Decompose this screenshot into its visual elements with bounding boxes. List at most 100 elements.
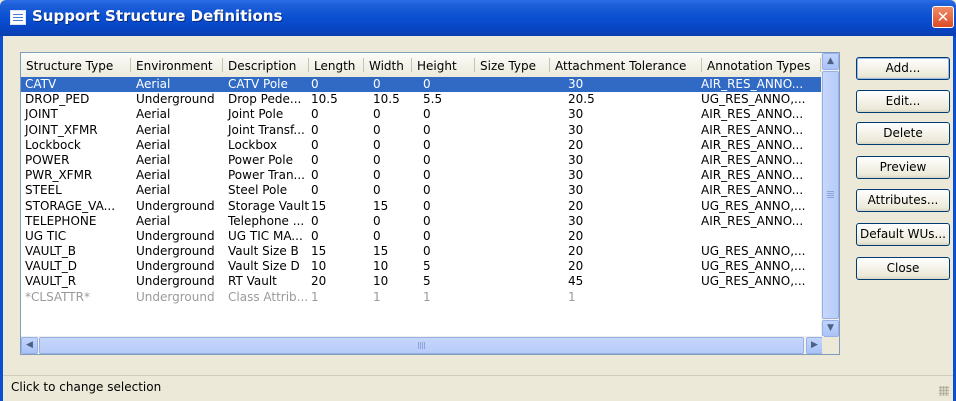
column-header-height[interactable]: Height bbox=[412, 53, 475, 77]
cell-annotation-types: UG_RES_ANNO,... bbox=[701, 198, 806, 213]
edit-button[interactable]: Edit... bbox=[856, 90, 950, 113]
cell-size-type bbox=[483, 290, 566, 305]
scroll-left-icon[interactable]: ◀ bbox=[21, 337, 38, 354]
horizontal-scrollbar[interactable]: ◀ ▶ bbox=[21, 336, 824, 354]
cell-length: 0 bbox=[311, 77, 319, 91]
cell-environment: Aerial bbox=[136, 152, 171, 167]
table-row[interactable]: JOINT_XFMR Aerial Joint Transf... 0 0 0 30 AIR_… bbox=[21, 123, 821, 138]
structure-list[interactable]: Structure Type Environment Description L… bbox=[20, 52, 840, 355]
cell-height: 0 bbox=[423, 77, 431, 91]
table-row[interactable]: VAULT_D Underground Vault Size D 10 10 5 20 UG_… bbox=[21, 259, 821, 274]
cell-annotation-types: UG_RES_ANNO,... bbox=[701, 259, 806, 274]
column-header-structure-type[interactable]: Structure Type bbox=[21, 53, 131, 77]
scrollbar-corner bbox=[822, 337, 839, 354]
default-wus-button[interactable]: Default WUs... bbox=[856, 223, 950, 246]
cell-attachment-tolerance: 20 bbox=[568, 244, 584, 259]
cell-width: 0 bbox=[373, 107, 381, 122]
cell-annotation-types: AIR_RES_ANNO... bbox=[701, 183, 804, 198]
cell-length: 0 bbox=[311, 213, 319, 228]
cell-structure-type: POWER bbox=[25, 152, 70, 167]
cell-width: 0 bbox=[373, 152, 381, 167]
cell-length: 15 bbox=[311, 244, 327, 259]
cell-height: 5.5 bbox=[423, 92, 443, 107]
table-row[interactable]: STEEL Aerial Steel Pole 0 0 0 30 AIR_RES_ANNO..… bbox=[21, 183, 821, 198]
cell-description: Power Pole bbox=[228, 152, 293, 167]
cell-structure-type: PWR_XFMR bbox=[25, 168, 93, 183]
cell-structure-type: TELEPHONE bbox=[25, 213, 97, 228]
cell-environment: Underground bbox=[136, 244, 215, 259]
table-row[interactable]: JOINT Aerial Joint Pole 0 0 0 30 AIR_RES_ANNO..… bbox=[21, 107, 821, 122]
close-button[interactable]: Close bbox=[856, 257, 950, 280]
cell-environment: Underground bbox=[136, 92, 215, 107]
title-bar[interactable]: Support Structure Definitions ✕ bbox=[0, 0, 956, 36]
cell-environment: Aerial bbox=[136, 183, 171, 198]
cell-attachment-tolerance: 45 bbox=[568, 274, 584, 289]
table-icon bbox=[10, 10, 26, 25]
table-row[interactable]: UG TIC Underground UG TIC MA... 0 0 0 20 bbox=[21, 229, 821, 244]
cell-environment: Underground bbox=[136, 274, 215, 289]
cell-description: Storage Vault bbox=[228, 198, 309, 213]
table-row[interactable]: DROP_PED Underground Drop Pede... 10.5 10.5 5… bbox=[21, 92, 821, 107]
cell-size-type bbox=[483, 107, 566, 122]
cell-size-type bbox=[483, 229, 566, 244]
cell-height: 0 bbox=[423, 244, 431, 259]
table-row[interactable]: *CLSATTR* Underground Class Attrib... 1 1 1 1 bbox=[21, 290, 821, 305]
table-row[interactable]: CATV Aerial CATV Pole 0 0 0 30 AIR_RES_ANNO... bbox=[21, 77, 821, 93]
cell-environment: Underground bbox=[136, 198, 215, 213]
cell-length: 0 bbox=[311, 168, 319, 183]
resize-grip-icon[interactable] bbox=[939, 386, 949, 396]
column-header-environment[interactable]: Environment bbox=[131, 53, 223, 77]
cell-description: Telephone ... bbox=[228, 213, 305, 228]
cell-size-type bbox=[483, 92, 566, 107]
column-header-length[interactable]: Length bbox=[309, 53, 364, 77]
table-row[interactable]: Lockbock Aerial Lockbox 0 0 0 20 AIR_RES_ANNO..… bbox=[21, 138, 821, 153]
column-header-annotation-types[interactable]: Annotation Types bbox=[702, 53, 821, 77]
cell-environment: Underground bbox=[136, 289, 215, 304]
cell-structure-type: JOINT_XFMR bbox=[25, 122, 98, 137]
cell-length: 0 bbox=[311, 228, 319, 243]
scroll-right-icon[interactable]: ▶ bbox=[806, 337, 823, 354]
cell-attachment-tolerance: 1 bbox=[568, 289, 576, 304]
delete-button[interactable]: Delete bbox=[856, 122, 950, 145]
cell-length: 0 bbox=[311, 183, 319, 198]
cell-height: 0 bbox=[423, 183, 431, 198]
horizontal-scroll-thumb[interactable] bbox=[39, 337, 804, 354]
table-row[interactable]: POWER Aerial Power Pole 0 0 0 30 AIR_RES_ANNO..… bbox=[21, 153, 821, 168]
cell-structure-type: DROP_PED bbox=[25, 92, 90, 107]
column-header-width[interactable]: Width bbox=[364, 53, 412, 77]
cell-attachment-tolerance: 20 bbox=[568, 137, 584, 152]
close-window-button[interactable]: ✕ bbox=[932, 6, 954, 28]
cell-height: 1 bbox=[423, 289, 431, 304]
cell-size-type bbox=[483, 244, 566, 259]
cell-width: 10.5 bbox=[373, 92, 400, 107]
cell-description: Steel Pole bbox=[228, 183, 288, 198]
column-header-attachment-tolerance[interactable]: Attachment Tolerance bbox=[550, 53, 702, 77]
cell-attachment-tolerance: 30 bbox=[568, 183, 584, 198]
column-header-size-type[interactable]: Size Type bbox=[475, 53, 550, 77]
attributes-button[interactable]: Attributes... bbox=[856, 189, 950, 212]
preview-button[interactable]: Preview bbox=[856, 156, 950, 179]
table-row[interactable]: TELEPHONE Aerial Telephone ... 0 0 0 30 AIR_RES… bbox=[21, 214, 821, 229]
table-row[interactable]: PWR_XFMR Aerial Power Tran... 0 0 0 30 AIR_RES_… bbox=[21, 168, 821, 183]
vertical-scrollbar[interactable]: ▲ ▼ bbox=[821, 53, 839, 338]
table-row[interactable]: VAULT_R Underground RT Vault 20 10 5 45 UG_RES_… bbox=[21, 274, 821, 289]
cell-structure-type: STEEL bbox=[25, 183, 62, 198]
cell-width: 0 bbox=[373, 228, 381, 243]
cell-size-type bbox=[483, 259, 566, 274]
vertical-scroll-thumb[interactable] bbox=[822, 71, 839, 319]
cell-size-type bbox=[483, 123, 566, 138]
cell-attachment-tolerance: 30 bbox=[568, 107, 584, 122]
add-button[interactable]: Add... bbox=[856, 57, 950, 80]
table-row[interactable]: STORAGE_VA... Underground Storage Vault 15 1… bbox=[21, 199, 821, 214]
cell-structure-type: *CLSATTR* bbox=[25, 289, 90, 304]
cell-width: 0 bbox=[373, 183, 381, 198]
cell-height: 5 bbox=[423, 274, 431, 289]
table-row[interactable]: VAULT_B Underground Vault Size B 15 15 0 20 UG_… bbox=[21, 244, 821, 259]
cell-height: 0 bbox=[423, 213, 431, 228]
cell-annotation-types: AIR_RES_ANNO... bbox=[701, 152, 804, 167]
cell-structure-type: VAULT_B bbox=[25, 244, 77, 259]
scroll-up-icon[interactable]: ▲ bbox=[822, 53, 839, 70]
column-header-description[interactable]: Description bbox=[223, 53, 309, 77]
cell-description: Power Tran... bbox=[228, 168, 305, 183]
scroll-down-icon[interactable]: ▼ bbox=[822, 320, 839, 337]
